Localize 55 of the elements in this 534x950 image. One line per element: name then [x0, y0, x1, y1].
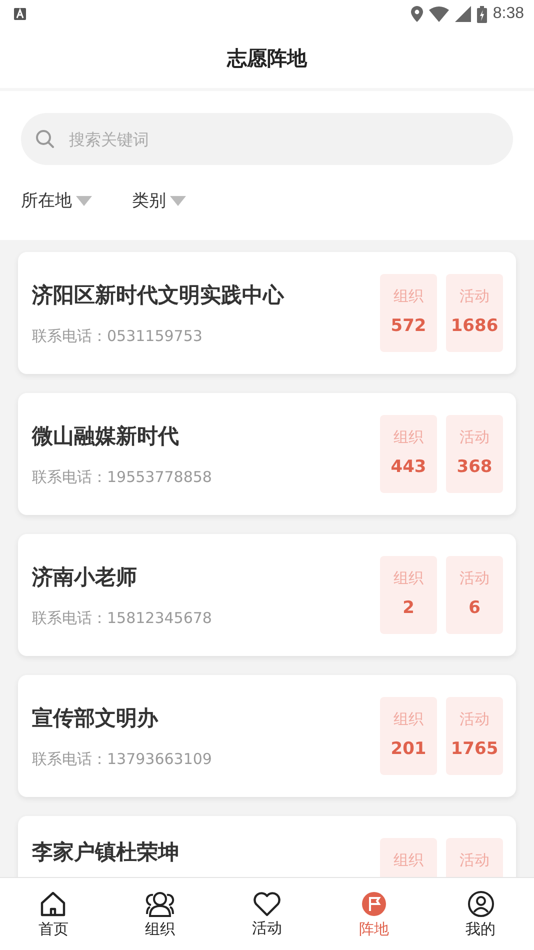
- tab-item[interactable]: 我的: [427, 878, 534, 950]
- person-icon: [466, 890, 495, 918]
- stat-value: 1765: [450, 739, 498, 759]
- stat-value: 201: [390, 739, 426, 759]
- battery-icon: [476, 6, 487, 22]
- site-card[interactable]: 宣传部文明办 联系电话：13793663109 组织 201 活动 1765: [18, 675, 516, 797]
- notification-icon: [14, 8, 26, 20]
- search-bar[interactable]: 搜索关键词: [21, 113, 513, 165]
- stat-label: 活动: [460, 428, 490, 447]
- location-icon: [410, 6, 423, 22]
- search-icon: [35, 129, 55, 149]
- stat-label: 组织: [394, 428, 424, 447]
- signal-icon: [454, 6, 471, 22]
- page-title: 志愿阵地: [227, 44, 307, 72]
- stat-label: 组织: [394, 569, 424, 588]
- site-card[interactable]: 微山融媒新时代 联系电话：19553778858 组织 443 活动 368: [18, 393, 516, 515]
- clock-time: 8:38: [492, 5, 524, 23]
- phone-number: 联系电话：19553778858: [32, 468, 213, 486]
- site-name: 李家户镇杜荣坤: [32, 839, 180, 866]
- tab-item[interactable]: 首页: [0, 878, 107, 950]
- stat-value: 2: [402, 598, 414, 618]
- dropdown-icon: [76, 196, 92, 206]
- people-icon: [145, 890, 176, 918]
- stat-label: 活动: [460, 851, 490, 870]
- tab-item[interactable]: 组织: [106, 878, 214, 950]
- stat-label: 组织: [394, 710, 424, 729]
- dropdown-icon: [170, 196, 186, 206]
- heart-icon: [252, 890, 281, 916]
- stat-label: 组织: [394, 287, 424, 306]
- stat-value: 1686: [450, 316, 498, 336]
- filter-dropdown[interactable]: 类别: [132, 189, 186, 212]
- tab-item[interactable]: 活动: [214, 878, 320, 950]
- stat-value: 443: [390, 457, 426, 477]
- home-icon: [39, 890, 68, 918]
- stat-value: 6: [468, 598, 480, 618]
- site-card[interactable]: 济阳区新时代文明实践中心 联系电话：0531159753 组织 572 活动 1686: [18, 252, 516, 374]
- stat-value: 368: [456, 457, 492, 477]
- site-name: 宣传部文明办: [32, 704, 160, 732]
- phone-number: 联系电话：15812345678: [32, 608, 213, 628]
- stat-value: 572: [390, 316, 426, 336]
- phone-number: 联系电话：13793663109: [32, 750, 213, 768]
- stat-label: 活动: [460, 569, 490, 588]
- site-card[interactable]: 济南小老师 联系电话：15812345678 组织 2 活动 6: [18, 534, 516, 656]
- site-name: 微山融媒新时代: [32, 422, 180, 450]
- flag-icon: [360, 890, 388, 918]
- site-card[interactable]: 李家户镇杜荣坤 组织 活动: [18, 816, 516, 877]
- site-name: 济南小老师: [32, 564, 138, 590]
- stat-label: 组织: [394, 851, 424, 870]
- site-name: 济阳区新时代文明实践中心: [32, 282, 286, 308]
- stat-label: 活动: [460, 710, 490, 729]
- filter-dropdown[interactable]: 所在地: [21, 189, 92, 212]
- wifi-icon: [428, 6, 449, 22]
- stat-label: 活动: [460, 287, 490, 306]
- search-field[interactable]: 搜索关键词: [67, 128, 499, 150]
- phone-number: 联系电话：0531159753: [32, 326, 204, 346]
